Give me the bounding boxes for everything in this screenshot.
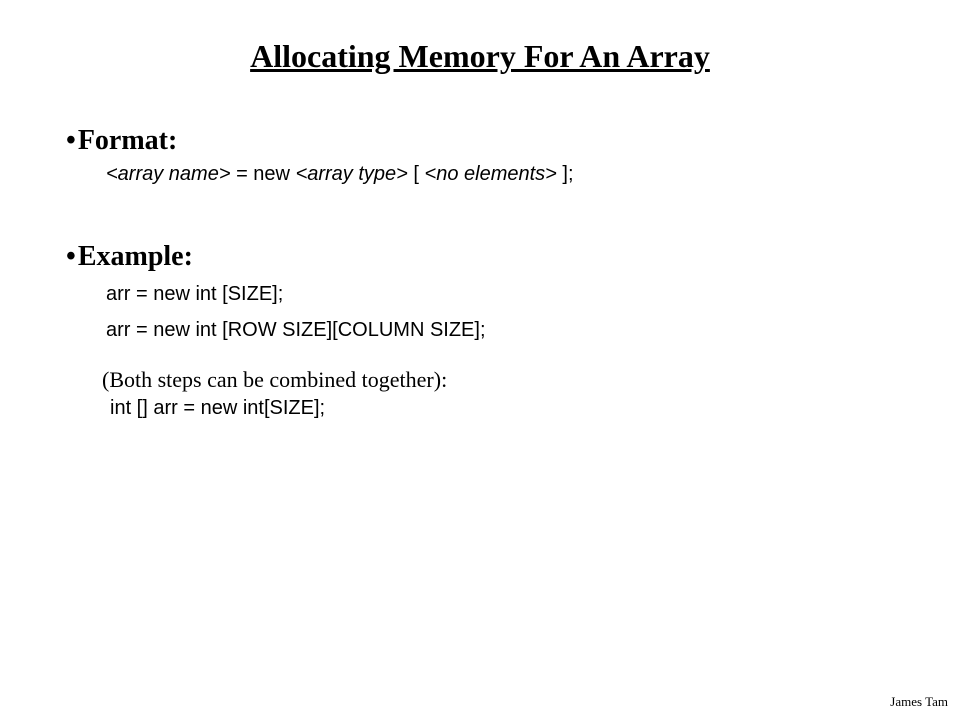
format-array-name-placeholder: <array name> <box>106 163 231 185</box>
format-array-type-placeholder: <array type> <box>296 163 408 185</box>
example-code-line-1: arr = new int [SIZE]; <box>106 279 900 309</box>
format-syntax-line: <array name> = new <array type> [ <no el… <box>106 163 900 186</box>
format-heading: Format: <box>78 125 178 157</box>
format-open-bracket: [ <box>408 163 425 185</box>
example-heading: Example: <box>78 241 193 273</box>
format-bullet: • Format: <box>66 125 900 157</box>
format-equals-new: = new <box>231 163 296 185</box>
footer-author: James Tam <box>890 694 948 710</box>
bullet-dot-icon: • <box>66 127 76 155</box>
example-bullet: • Example: <box>66 241 900 273</box>
example-code-line-2: arr = new int [ROW SIZE][COLUMN SIZE]; <box>106 315 900 345</box>
example-section: • Example: arr = new int [SIZE]; arr = n… <box>60 241 900 420</box>
example-note: (Both steps can be combined together): <box>102 367 900 393</box>
bullet-dot-icon: • <box>66 243 76 271</box>
example-combined-code: int [] arr = new int[SIZE]; <box>110 397 900 420</box>
slide-title: Allocating Memory For An Array <box>60 38 900 75</box>
format-no-elements-placeholder: <no elements> <box>425 163 557 185</box>
format-close-bracket: ]; <box>557 163 574 185</box>
format-section: • Format: <array name> = new <array type… <box>60 125 900 186</box>
